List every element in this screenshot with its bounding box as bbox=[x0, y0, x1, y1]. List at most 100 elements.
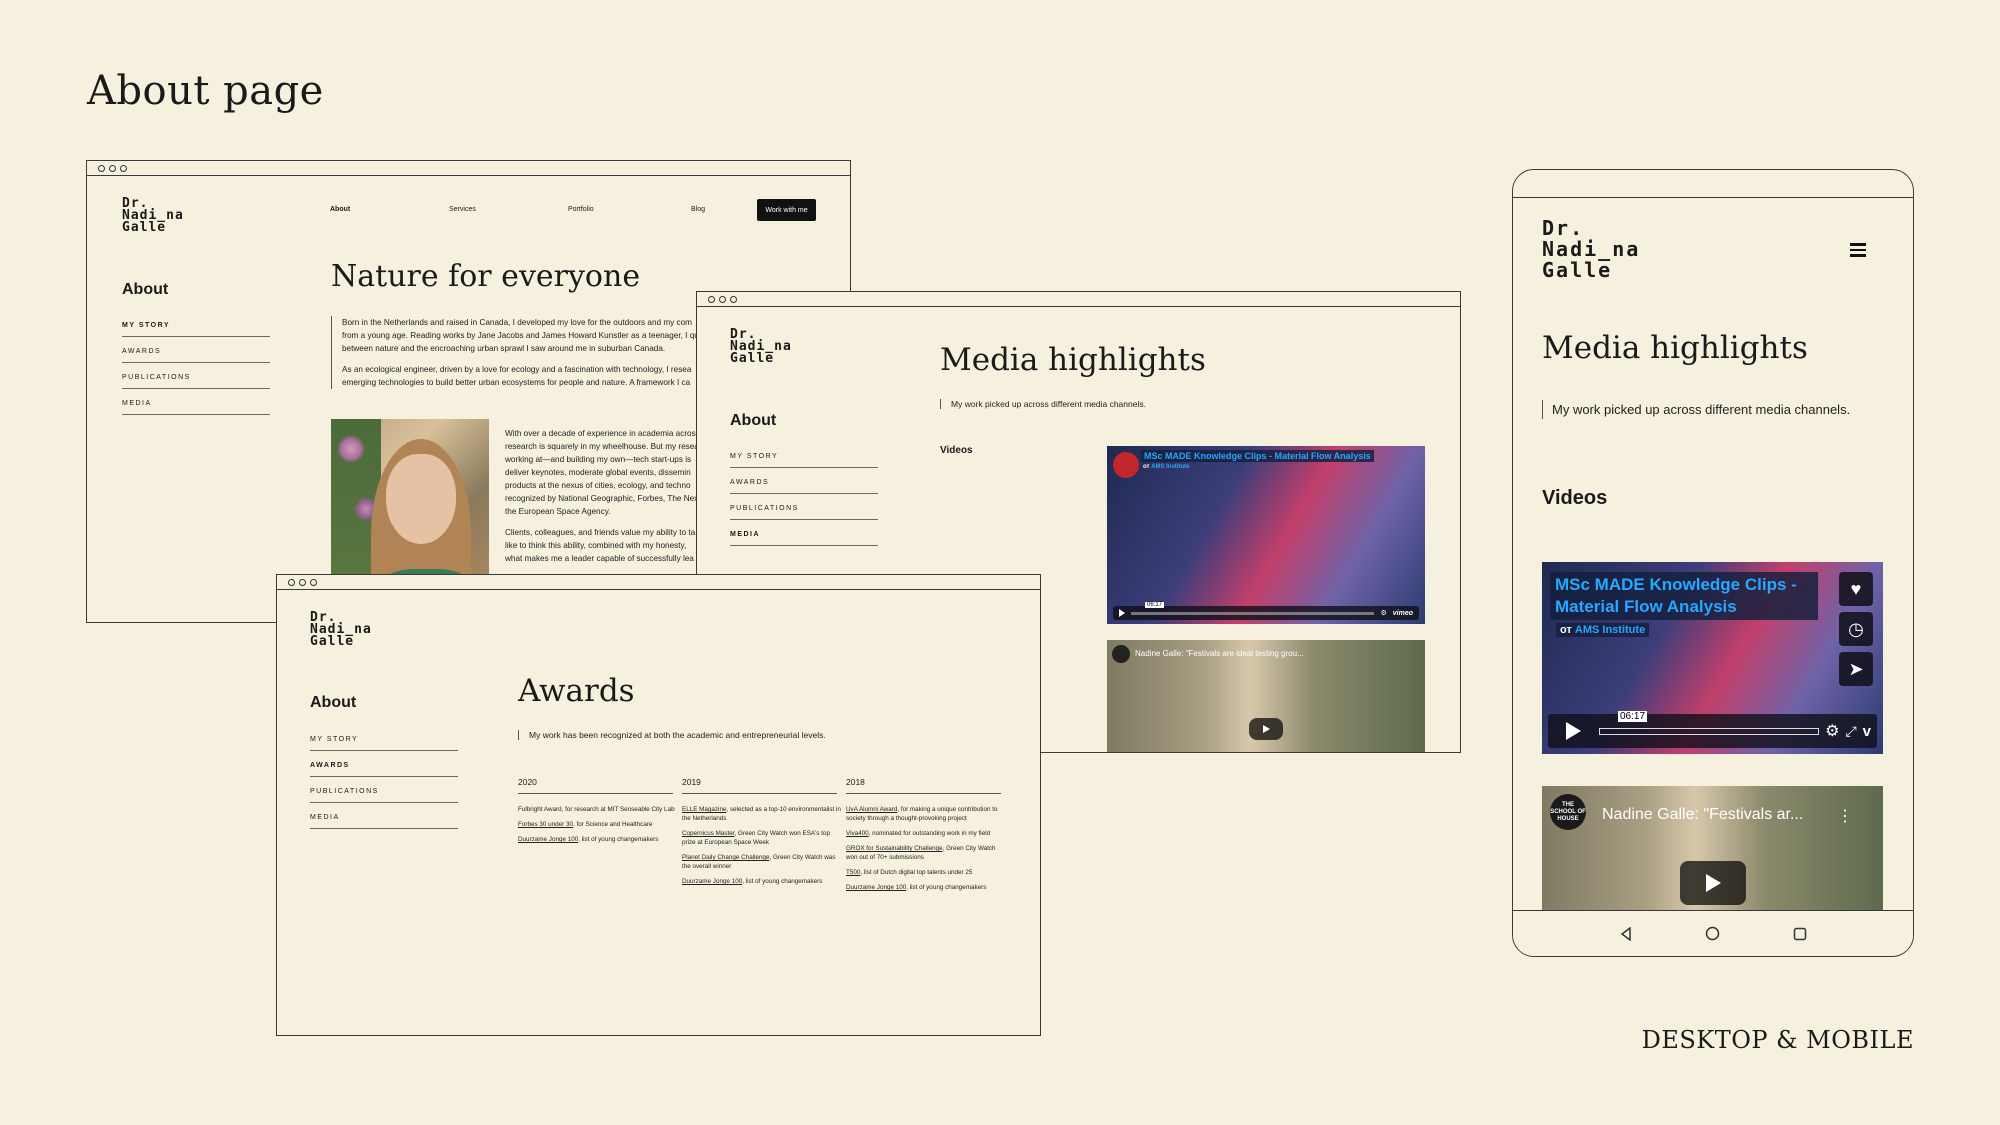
sidebar-item-media[interactable]: MEDIA bbox=[310, 814, 458, 829]
page-title: About page bbox=[87, 68, 324, 114]
video-title[interactable]: MSc MADE Knowledge Clips - Material Flow… bbox=[1141, 450, 1374, 462]
video-title[interactable]: MSc MADE Knowledge Clips - Material Flow… bbox=[1550, 572, 1818, 620]
text-line: deliver keynotes, moderate global events… bbox=[505, 468, 691, 477]
more-icon[interactable]: ⋮ bbox=[1837, 806, 1853, 826]
award-link[interactable]: Duurzame Jonge 100 bbox=[846, 884, 906, 891]
video-player-youtube[interactable]: THE SCHOOL OF HOUSE Nadine Galle: "Festi… bbox=[1542, 786, 1883, 916]
text-line: products at the nexus of cities, ecology… bbox=[505, 481, 691, 490]
award-link[interactable]: Planet Daily Change Challenge bbox=[682, 854, 770, 861]
progress-track[interactable] bbox=[1131, 611, 1375, 615]
story-heading: Nature for everyone bbox=[331, 259, 641, 294]
logo-line: Nadi_na bbox=[1542, 237, 1641, 261]
logo-line: Galle bbox=[122, 220, 167, 235]
channel-avatar-icon bbox=[1112, 645, 1130, 663]
sidebar-item-my-story[interactable]: MY STORY bbox=[310, 736, 458, 751]
award-item: Viva400, nominated for outstanding work … bbox=[846, 829, 1006, 838]
award-link[interactable]: Copernicus Master bbox=[682, 830, 735, 837]
nav-about[interactable]: About bbox=[330, 206, 350, 213]
award-link[interactable]: Viva400 bbox=[846, 830, 869, 837]
video-title[interactable]: Nadine Galle: "Festivals are ideal testi… bbox=[1135, 649, 1304, 658]
gear-icon[interactable]: ⚙ bbox=[1825, 721, 1839, 741]
video-player-youtube[interactable]: Nadine Galle: "Festivals are ideal testi… bbox=[1107, 640, 1425, 752]
sidebar-item-publications[interactable]: PUBLICATIONS bbox=[310, 788, 458, 803]
video-channel[interactable]: от AMS Institute bbox=[1556, 623, 1650, 637]
window-dot-icon bbox=[730, 295, 737, 303]
year-2018: 2018 bbox=[846, 777, 1001, 794]
play-icon[interactable] bbox=[1566, 722, 1581, 740]
award-text: Fulbright Award, for research at MIT Sen… bbox=[518, 806, 675, 813]
vimeo-logo[interactable]: vimeo bbox=[1393, 610, 1413, 617]
video-title[interactable]: Nadine Galle: "Festivals ar... bbox=[1602, 806, 1803, 824]
video-player-vimeo[interactable]: MSc MADE Knowledge Clips - Material Flow… bbox=[1542, 562, 1883, 754]
site-logo[interactable]: Dr. Nadi_na Galle bbox=[1542, 218, 1640, 281]
sidebar-menu: MY STORY AWARDS PUBLICATIONS MEDIA bbox=[730, 453, 878, 557]
media-heading: Media highlights bbox=[940, 342, 1206, 378]
text-line: With over a decade of experience in acad… bbox=[505, 429, 696, 438]
award-link[interactable]: Forbes 30 under 30 bbox=[518, 821, 573, 828]
clock-icon[interactable]: ◷ bbox=[1839, 612, 1873, 646]
fullscreen-icon[interactable]: ⤢ bbox=[1845, 723, 1856, 740]
sidebar-item-publications[interactable]: PUBLICATIONS bbox=[730, 505, 878, 520]
awards-2018-list: UvA Alumni Award, for making a unique co… bbox=[846, 805, 1006, 898]
android-nav-bar bbox=[1513, 910, 1913, 956]
award-link[interactable]: Duurzame Jonge 100 bbox=[682, 878, 742, 885]
hamburger-icon[interactable] bbox=[1850, 243, 1866, 260]
sidebar-item-publications[interactable]: PUBLICATIONS bbox=[122, 374, 270, 389]
sidebar-item-awards[interactable]: AWARDS bbox=[730, 479, 878, 494]
channel-name: AMS Institute bbox=[1151, 464, 1190, 470]
site-logo[interactable]: Dr. Nadi_na Galle bbox=[310, 611, 372, 648]
window-dot-icon bbox=[719, 295, 726, 303]
nav-portfolio[interactable]: Portfolio bbox=[568, 206, 594, 213]
award-link[interactable]: Duurzame Jonge 100 bbox=[518, 836, 578, 843]
gear-icon[interactable]: ⚙ bbox=[1380, 609, 1386, 617]
award-text: , list of Dutch digital top talents unde… bbox=[860, 869, 973, 876]
play-icon[interactable] bbox=[1119, 609, 1125, 617]
year-2019: 2019 bbox=[682, 777, 837, 794]
award-item: T500, list of Dutch digital top talents … bbox=[846, 868, 1006, 877]
sidebar-item-media[interactable]: MEDIA bbox=[122, 400, 270, 415]
award-text: , nominated for outstanding work in my f… bbox=[868, 830, 991, 837]
site-logo[interactable]: Dr. Nadi_na Galle bbox=[122, 197, 184, 235]
logo-line: Galle bbox=[1542, 258, 1613, 282]
phone-status-bar bbox=[1513, 170, 1913, 198]
send-icon[interactable]: ➤ bbox=[1839, 652, 1873, 686]
award-link[interactable]: T500 bbox=[846, 869, 860, 876]
award-item: ELLE Magazine, selected as a top-10 envi… bbox=[682, 805, 842, 823]
play-button[interactable] bbox=[1249, 718, 1283, 740]
video-player-vimeo[interactable]: MSc MADE Knowledge Clips - Material Flow… bbox=[1107, 446, 1425, 624]
award-link[interactable]: UvA Alumni Award bbox=[846, 806, 897, 813]
award-text: , list of young changemakers bbox=[906, 884, 987, 891]
award-item: Duurzame Jonge 100, list of young change… bbox=[682, 877, 842, 886]
videos-label: Videos bbox=[1542, 487, 1608, 509]
mobile-frame: Dr. Nadi_na Galle Media highlights My wo… bbox=[1512, 169, 1914, 957]
logo-line: Galle bbox=[730, 351, 775, 366]
award-link[interactable]: ELLE Magazine bbox=[682, 806, 726, 813]
award-link[interactable]: GROX for Sustainability Challenge bbox=[846, 845, 943, 852]
heart-icon[interactable]: ♥ bbox=[1839, 572, 1873, 606]
sidebar-item-my-story[interactable]: MY STORY bbox=[730, 453, 878, 468]
award-item: UvA Alumni Award, for making a unique co… bbox=[846, 805, 1006, 823]
progress-track[interactable] bbox=[1599, 727, 1820, 735]
play-button[interactable] bbox=[1680, 861, 1746, 905]
window-dot-icon bbox=[120, 164, 127, 172]
back-icon[interactable] bbox=[1619, 926, 1633, 941]
sidebar-item-media[interactable]: MEDIA bbox=[730, 531, 878, 546]
vimeo-v-icon[interactable]: v bbox=[1863, 723, 1871, 740]
recents-icon[interactable] bbox=[1793, 927, 1807, 941]
sidebar-title: About bbox=[122, 281, 169, 298]
logo-line: Dr. bbox=[1542, 216, 1585, 240]
nav-blog[interactable]: Blog bbox=[691, 206, 705, 213]
awards-2020-list: Fulbright Award, for research at MIT Sen… bbox=[518, 805, 678, 850]
sidebar-item-awards[interactable]: AWARDS bbox=[122, 348, 270, 363]
sidebar-menu: MY STORY AWARDS PUBLICATIONS MEDIA bbox=[310, 736, 458, 840]
sidebar-item-my-story[interactable]: MY STORY bbox=[122, 322, 270, 337]
awards-intro: My work has been recognized at both the … bbox=[518, 730, 826, 740]
video-thumbnail bbox=[1107, 446, 1425, 624]
award-item: Planet Daily Change Challenge, Green Cit… bbox=[682, 853, 842, 871]
nav-services[interactable]: Services bbox=[449, 206, 476, 213]
sidebar-item-awards[interactable]: AWARDS bbox=[310, 762, 458, 777]
site-logo[interactable]: Dr. Nadi_na Galle bbox=[730, 328, 792, 366]
work-with-me-button[interactable]: Work with me bbox=[757, 199, 816, 221]
video-channel[interactable]: от AMS Institute bbox=[1143, 464, 1189, 470]
home-icon[interactable] bbox=[1705, 926, 1720, 941]
